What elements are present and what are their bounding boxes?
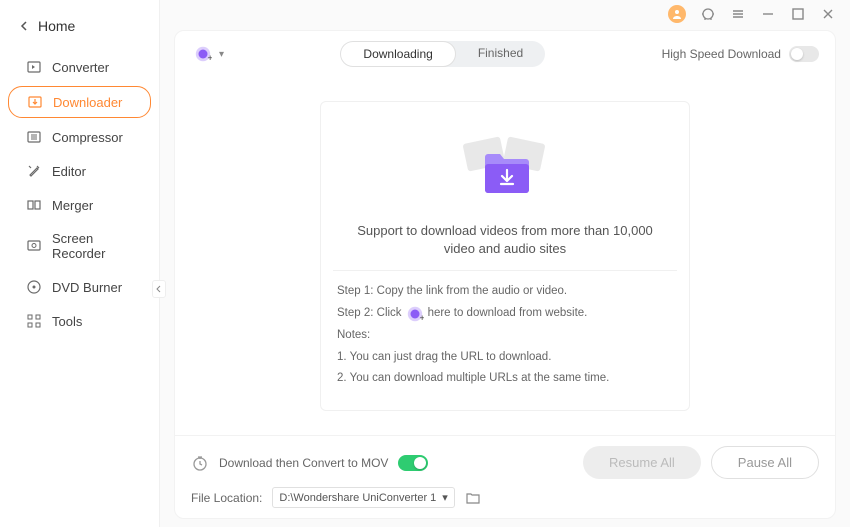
sidebar: Home Converter Downloader Compressor Edi… xyxy=(0,0,160,527)
content-card: + ▾ Downloading Finished High Speed Down… xyxy=(174,30,836,519)
add-url-button[interactable]: + xyxy=(191,42,215,66)
sidebar-item-label: Downloader xyxy=(53,95,122,110)
chevron-left-icon xyxy=(155,285,163,293)
footer-actions: Resume All Pause All xyxy=(583,446,819,479)
convert-toggle[interactable] xyxy=(398,455,428,471)
sidebar-item-label: Merger xyxy=(52,198,93,213)
pause-all-button[interactable]: Pause All xyxy=(711,446,819,479)
maximize-icon[interactable] xyxy=(790,6,806,22)
menu-icon[interactable] xyxy=(730,6,746,22)
location-value: D:\Wondershare UniConverter 1 xyxy=(279,492,436,504)
note-2: 2. You can download multiple URLs at the… xyxy=(337,368,673,390)
location-label: File Location: xyxy=(191,491,262,505)
add-url-dropdown[interactable]: ▾ xyxy=(219,49,224,60)
home-nav[interactable]: Home xyxy=(0,10,159,50)
app-logo-icon: + xyxy=(406,305,424,323)
converter-icon xyxy=(26,59,42,75)
merger-icon xyxy=(26,197,42,213)
step-1: Step 1: Copy the link from the audio or … xyxy=(337,281,673,303)
downloader-icon xyxy=(27,94,43,110)
tab-finished[interactable]: Finished xyxy=(456,41,545,67)
location-select[interactable]: D:\Wondershare UniConverter 1 ▾ xyxy=(272,487,454,508)
sidebar-item-merger[interactable]: Merger xyxy=(8,190,151,220)
chevron-left-icon xyxy=(18,20,30,32)
step-2-prefix: Step 2: Click xyxy=(337,303,402,325)
sidebar-item-label: Compressor xyxy=(52,130,123,145)
dvd-burner-icon xyxy=(26,279,42,295)
screen-recorder-icon xyxy=(26,238,42,254)
empty-state: Support to download videos from more tha… xyxy=(175,77,835,435)
footer: Download then Convert to MOV Resume All … xyxy=(175,435,835,518)
resume-all-button[interactable]: Resume All xyxy=(583,446,701,479)
user-avatar[interactable] xyxy=(668,5,686,23)
sidebar-item-screen-recorder[interactable]: Screen Recorder xyxy=(8,224,151,268)
step-2-suffix: here to download from website. xyxy=(428,303,588,325)
note-1: 1. You can just drag the URL to download… xyxy=(337,347,673,369)
footer-row-convert: Download then Convert to MOV Resume All … xyxy=(191,446,819,479)
home-label: Home xyxy=(38,18,75,34)
folder-illustration xyxy=(321,114,689,216)
editor-icon xyxy=(26,163,42,179)
clock-icon xyxy=(191,454,209,472)
titlebar xyxy=(160,0,850,28)
sidebar-item-label: Converter xyxy=(52,60,109,75)
compressor-icon xyxy=(26,129,42,145)
person-icon xyxy=(671,8,683,20)
support-icon[interactable] xyxy=(700,6,716,22)
tab-segment: Downloading Finished xyxy=(340,41,545,67)
svg-text:+: + xyxy=(419,313,424,323)
empty-box: Support to download videos from more tha… xyxy=(320,101,690,412)
sidebar-item-dvd-burner[interactable]: DVD Burner xyxy=(8,272,151,302)
sidebar-collapse-handle[interactable] xyxy=(152,280,166,298)
empty-title: Support to download videos from more tha… xyxy=(321,216,689,270)
high-speed-download: High Speed Download xyxy=(662,46,819,62)
sidebar-item-downloader[interactable]: Downloader xyxy=(8,86,151,118)
high-speed-label: High Speed Download xyxy=(662,47,781,61)
notes-label: Notes: xyxy=(337,325,673,347)
svg-text:+: + xyxy=(208,53,213,63)
sidebar-item-label: Tools xyxy=(52,314,82,329)
step-2: Step 2: Click + here to download from we… xyxy=(337,303,673,325)
open-folder-icon[interactable] xyxy=(465,490,481,506)
steps: Step 1: Copy the link from the audio or … xyxy=(321,271,689,400)
app-logo-icon: + xyxy=(194,45,212,63)
sidebar-item-compressor[interactable]: Compressor xyxy=(8,122,151,152)
close-icon[interactable] xyxy=(820,6,836,22)
sidebar-item-label: DVD Burner xyxy=(52,280,122,295)
tools-icon xyxy=(26,313,42,329)
minimize-icon[interactable] xyxy=(760,6,776,22)
high-speed-toggle[interactable] xyxy=(789,46,819,62)
sidebar-item-label: Screen Recorder xyxy=(52,231,133,261)
convert-label: Download then Convert to MOV xyxy=(219,456,388,470)
chevron-down-icon: ▾ xyxy=(442,491,448,504)
sidebar-item-editor[interactable]: Editor xyxy=(8,156,151,186)
tab-downloading[interactable]: Downloading xyxy=(340,41,455,67)
card-toolbar: + ▾ Downloading Finished High Speed Down… xyxy=(175,31,835,77)
footer-row-location: File Location: D:\Wondershare UniConvert… xyxy=(191,487,819,508)
sidebar-item-tools[interactable]: Tools xyxy=(8,306,151,336)
sidebar-item-label: Editor xyxy=(52,164,86,179)
main-area: + ▾ Downloading Finished High Speed Down… xyxy=(160,0,850,527)
sidebar-item-converter[interactable]: Converter xyxy=(8,52,151,82)
